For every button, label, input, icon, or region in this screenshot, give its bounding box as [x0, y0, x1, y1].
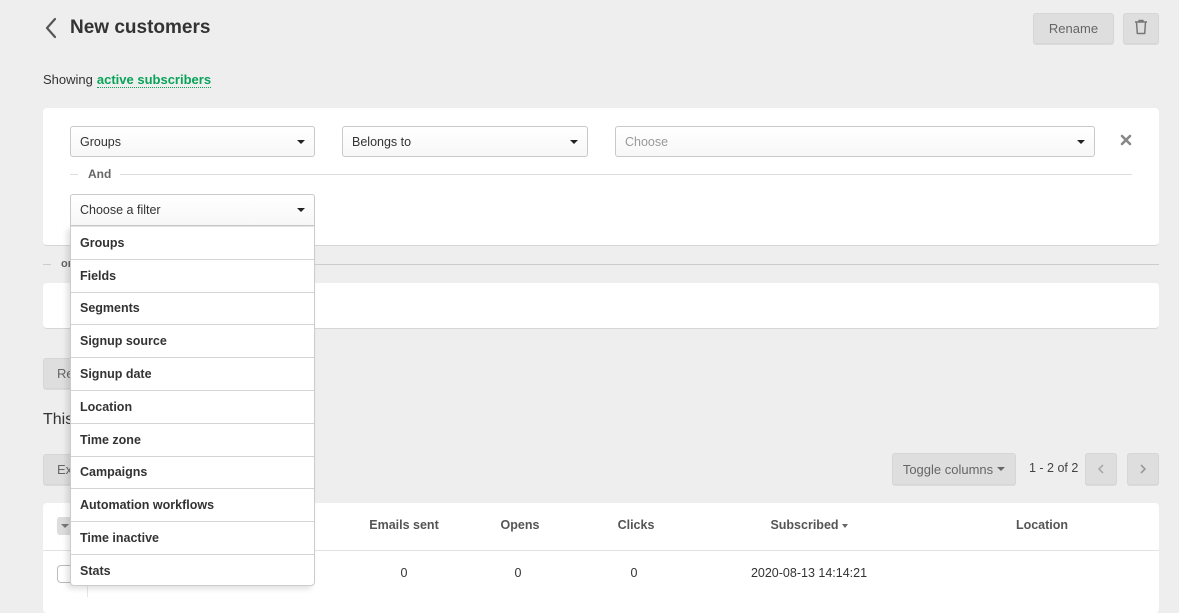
filter-type-dropdown-menu: Groups Fields Segments Signup source Sig… [70, 226, 315, 586]
filter-field-value: Groups [80, 134, 121, 149]
cell-subscribed: 2020-08-13 14:14:21 [750, 566, 868, 580]
menu-item-signup-source[interactable]: Signup source [71, 324, 314, 357]
caret-down-icon [297, 139, 305, 144]
filter-value-placeholder: Choose [625, 134, 669, 149]
showing-prefix: Showing [43, 72, 93, 87]
toggle-columns-label: Toggle columns [902, 461, 994, 477]
showing-summary: Showing active subscribers [43, 72, 212, 88]
choose-filter-placeholder: Choose a filter [80, 203, 161, 217]
divider [43, 264, 51, 265]
menu-item-time-inactive[interactable]: Time inactive [71, 521, 314, 554]
divider [120, 174, 1132, 175]
chevron-right-icon [1140, 464, 1147, 474]
menu-item-groups[interactable]: Groups [71, 226, 314, 259]
menu-item-fields[interactable]: Fields [71, 258, 314, 292]
column-header-opens[interactable]: Opens [480, 518, 560, 532]
cell-emails-sent: 0 [400, 566, 408, 580]
rename-button[interactable]: Rename [1033, 13, 1114, 44]
page-title: New customers [70, 17, 211, 38]
chevron-left-icon [1097, 464, 1104, 474]
caret-down-icon [297, 208, 305, 212]
filter-field-select[interactable]: Groups [70, 126, 315, 157]
menu-item-campaigns[interactable]: Campaigns [71, 455, 314, 489]
menu-item-signup-date[interactable]: Signup date [71, 357, 314, 390]
menu-item-segments[interactable]: Segments [71, 291, 314, 325]
menu-item-time-zone[interactable]: Time zone [71, 422, 314, 456]
remove-filter-close-icon[interactable] [1119, 133, 1133, 147]
filter-value-select[interactable]: Choose [615, 126, 1095, 157]
menu-item-location[interactable]: Location [71, 389, 314, 423]
caret-down-icon [1077, 139, 1085, 144]
cell-opens: 0 [514, 566, 522, 580]
choose-filter-select[interactable]: Choose a filter [70, 194, 315, 226]
segment-summary-text: This [43, 411, 74, 428]
sort-caret-icon [841, 523, 848, 528]
menu-item-stats[interactable]: Stats [71, 553, 314, 587]
delete-button[interactable] [1123, 13, 1159, 44]
back-chevron-icon[interactable] [42, 16, 62, 40]
trash-icon [1134, 19, 1148, 38]
column-header-subscribed[interactable]: Subscribed [749, 518, 869, 532]
cell-clicks: 0 [630, 566, 638, 580]
pagination-status: 1 - 2 of 2 [1029, 461, 1079, 475]
column-header-emails-sent[interactable]: Emails sent [354, 518, 454, 532]
filter-operator-value: Belongs to [352, 134, 412, 149]
filter-operator-select[interactable]: Belongs to [342, 126, 588, 157]
toggle-columns-button[interactable]: Toggle columns [892, 453, 1016, 485]
divider [70, 174, 78, 175]
caret-down-icon [570, 139, 578, 144]
active-subscribers-link[interactable]: active subscribers [96, 72, 212, 88]
subscribed-label: Subscribed [770, 518, 839, 532]
and-separator: And [70, 166, 1132, 184]
column-header-location[interactable]: Location [992, 518, 1092, 532]
previous-page-button[interactable] [1085, 453, 1117, 485]
column-header-clicks[interactable]: Clicks [596, 518, 676, 532]
and-label: And [88, 167, 112, 181]
menu-item-automation-workflows[interactable]: Automation workflows [71, 488, 314, 521]
next-page-button[interactable] [1127, 453, 1159, 485]
caret-down-icon [997, 467, 1006, 471]
